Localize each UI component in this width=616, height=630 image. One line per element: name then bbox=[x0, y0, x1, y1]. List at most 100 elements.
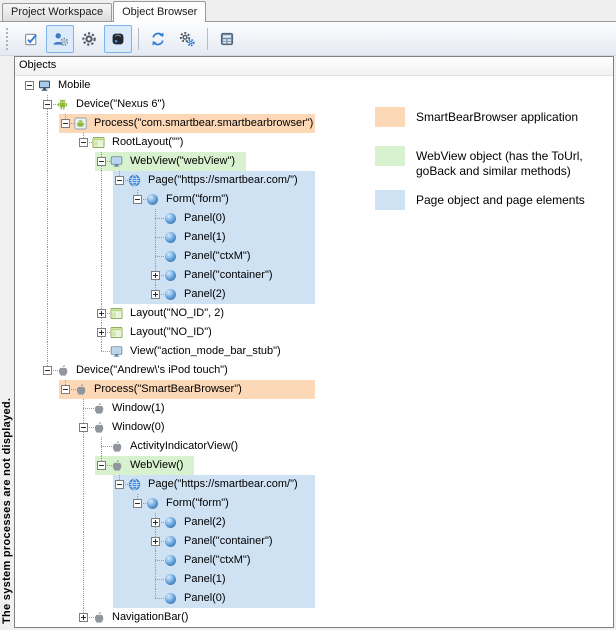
checkbox-icon bbox=[23, 31, 39, 47]
tree-node[interactable]: Page("https://smartbear.com/") bbox=[15, 171, 613, 190]
tree-node[interactable]: Panel(2) bbox=[15, 285, 613, 304]
ball-icon bbox=[164, 592, 177, 605]
tree-node[interactable]: Panel("container") bbox=[15, 532, 613, 551]
tree-node[interactable]: Panel("ctxM") bbox=[15, 551, 613, 570]
tree-node-label: Device("Nexus 6") bbox=[73, 95, 168, 114]
toolbar-buttons bbox=[17, 25, 242, 53]
tree-node[interactable]: Window(1) bbox=[15, 399, 613, 418]
screen-icon bbox=[110, 155, 123, 168]
tree-node[interactable]: Panel(0) bbox=[15, 589, 613, 608]
collapse-toggle-icon[interactable] bbox=[133, 499, 142, 508]
collapse-toggle-icon[interactable] bbox=[79, 423, 88, 432]
tree-node[interactable]: Layout("NO_ID") bbox=[15, 323, 613, 342]
tree-node-label: Form("form") bbox=[163, 190, 232, 209]
tree-node[interactable]: RootLayout("") bbox=[15, 133, 613, 152]
collapse-toggle-icon[interactable] bbox=[97, 461, 106, 470]
tree-node-label: Panel(1) bbox=[181, 570, 229, 589]
objects-panel: Objects SmartBearBrowser applicationWebV… bbox=[14, 56, 614, 628]
tree-node-label: Device("Andrew\'s iPod touch") bbox=[73, 361, 231, 380]
advanced-tools-button[interactable] bbox=[173, 25, 201, 53]
ball-icon bbox=[146, 497, 159, 510]
tree-node-label: Window(0) bbox=[109, 418, 168, 437]
objects-panel-title: Objects bbox=[19, 59, 56, 71]
tree-guide bbox=[47, 171, 48, 190]
tree-node[interactable]: Panel(0) bbox=[15, 209, 613, 228]
tree-guide bbox=[47, 133, 48, 152]
tree-node[interactable]: Device("Andrew\'s iPod touch") bbox=[15, 361, 613, 380]
tree-node[interactable]: Panel("ctxM") bbox=[15, 247, 613, 266]
collapse-toggle-icon[interactable] bbox=[25, 81, 34, 90]
tree-guide bbox=[83, 570, 84, 589]
panel-layout-button[interactable] bbox=[213, 25, 241, 53]
tree-guide bbox=[47, 209, 48, 228]
tree-node[interactable]: View("action_mode_bar_stub") bbox=[15, 342, 613, 361]
ball-icon bbox=[164, 288, 177, 301]
android-app-icon bbox=[74, 117, 87, 130]
apple-icon bbox=[74, 383, 87, 396]
tree-node[interactable]: Page("https://smartbear.com/") bbox=[15, 475, 613, 494]
refresh-button[interactable] bbox=[144, 25, 172, 53]
tree-guide bbox=[47, 247, 48, 266]
tree-node[interactable]: Window(0) bbox=[15, 418, 613, 437]
system-processes-note-text: The system processes are not displayed. bbox=[1, 398, 13, 624]
collapse-toggle-icon[interactable] bbox=[115, 480, 124, 489]
map-object-button[interactable] bbox=[46, 25, 74, 53]
globe-icon bbox=[128, 478, 141, 491]
expand-toggle-icon[interactable] bbox=[97, 328, 106, 337]
tree-guide bbox=[47, 114, 48, 133]
collapse-toggle-icon[interactable] bbox=[115, 176, 124, 185]
collapse-toggle-icon[interactable] bbox=[61, 119, 70, 128]
tree-node[interactable]: Device("Nexus 6") bbox=[15, 95, 613, 114]
expand-toggle-icon[interactable] bbox=[97, 309, 106, 318]
tree-node-label: Process("com.smartbear.smartbearbrowser"… bbox=[91, 114, 316, 133]
tab-object-browser[interactable]: Object Browser bbox=[113, 1, 206, 22]
tree-node-label: Layout("NO_ID") bbox=[127, 323, 215, 342]
tree-node-label: Panel(2) bbox=[181, 513, 229, 532]
tree-node-label: Panel("ctxM") bbox=[181, 551, 254, 570]
tree-guide bbox=[83, 437, 84, 456]
apple-icon bbox=[92, 421, 105, 434]
collapse-toggle-icon[interactable] bbox=[133, 195, 142, 204]
collapse-toggle-icon[interactable] bbox=[61, 385, 70, 394]
layout-icon bbox=[110, 326, 123, 339]
tree-node[interactable]: Panel("container") bbox=[15, 266, 613, 285]
tree-guide bbox=[47, 342, 48, 361]
tree-guide bbox=[101, 209, 102, 228]
tree-node[interactable]: ActivityIndicatorView() bbox=[15, 437, 613, 456]
tree-guide bbox=[101, 266, 102, 285]
tree-node[interactable]: Panel(1) bbox=[15, 228, 613, 247]
tree-node[interactable]: Process("SmartBearBrowser") bbox=[15, 380, 613, 399]
tree-guide bbox=[83, 532, 84, 551]
expand-toggle-icon[interactable] bbox=[151, 537, 160, 546]
expand-toggle-icon[interactable] bbox=[79, 613, 88, 622]
tree-guide bbox=[155, 219, 156, 228]
tree-node[interactable]: Form("form") bbox=[15, 494, 613, 513]
expand-toggle-icon[interactable] bbox=[151, 271, 160, 280]
tree-guide bbox=[83, 494, 84, 513]
tree-guide bbox=[83, 551, 84, 570]
highlight-object-button[interactable] bbox=[104, 25, 132, 53]
toolbar-separator bbox=[138, 28, 139, 50]
tree-node[interactable]: Panel(2) bbox=[15, 513, 613, 532]
collapse-toggle-icon[interactable] bbox=[43, 366, 52, 375]
collapse-toggle-icon[interactable] bbox=[43, 100, 52, 109]
tree-node[interactable]: Process("com.smartbear.smartbearbrowser"… bbox=[15, 114, 613, 133]
expand-toggle-icon[interactable] bbox=[151, 518, 160, 527]
tree-node[interactable]: Layout("NO_ID", 2) bbox=[15, 304, 613, 323]
tab-project-workspace[interactable]: Project Workspace bbox=[2, 3, 112, 21]
tree-node[interactable]: NavigationBar() bbox=[15, 608, 613, 627]
tree-node[interactable]: Mobile bbox=[15, 76, 613, 95]
tree-node[interactable]: WebView() bbox=[15, 456, 613, 475]
collapse-toggle-icon[interactable] bbox=[79, 138, 88, 147]
apple-icon bbox=[92, 402, 105, 415]
object-tree: SmartBearBrowser applicationWebView obje… bbox=[15, 76, 613, 627]
tree-node[interactable]: Form("form") bbox=[15, 190, 613, 209]
user-gear-icon bbox=[52, 31, 68, 47]
toolbar-grip-handle[interactable] bbox=[6, 28, 12, 50]
settings-button[interactable] bbox=[75, 25, 103, 53]
expand-toggle-icon[interactable] bbox=[151, 290, 160, 299]
show-properties-button[interactable] bbox=[17, 25, 45, 53]
tree-node[interactable]: Panel(1) bbox=[15, 570, 613, 589]
collapse-toggle-icon[interactable] bbox=[97, 157, 106, 166]
tree-node[interactable]: WebView("webView") bbox=[15, 152, 613, 171]
